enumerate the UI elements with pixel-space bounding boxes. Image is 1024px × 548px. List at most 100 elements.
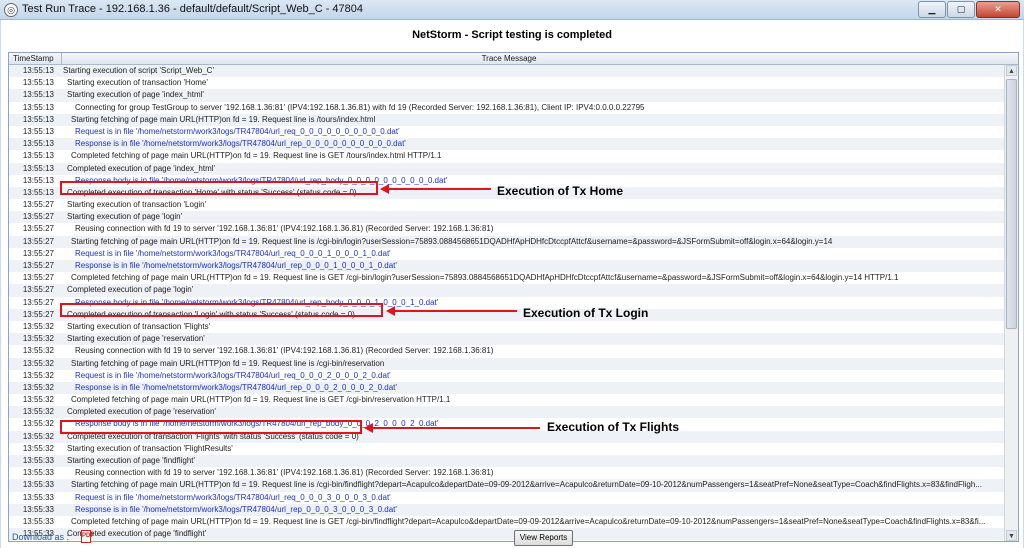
row-message: Starting execution of transaction 'Fligh… [67, 443, 233, 453]
row-timestamp: 13:55:33 [22, 468, 54, 478]
row-timestamp: 13:55:32 [22, 419, 54, 429]
table-row[interactable]: 13:55:33 Response is in file '/home/netst… [9, 503, 1004, 516]
table-row[interactable]: 13:55:13 Starting fetching of page main U… [9, 113, 1004, 126]
row-timestamp: 13:55:13 [22, 102, 54, 112]
table-row[interactable]: 13:55:32 Reusing connection with fd 19 to… [9, 345, 1004, 357]
row-timestamp: 13:55:32 [22, 321, 54, 331]
row-message: Starting execution of transaction 'Home' [67, 78, 208, 88]
main-panel: NetStorm - Script testing is completed T… [1, 20, 1023, 548]
row-timestamp: 13:55:27 [22, 248, 54, 258]
table-row[interactable]: 13:55:27 Response is in file '/home/netst… [9, 260, 1004, 273]
view-reports-button[interactable]: View Reports [514, 530, 573, 546]
row-timestamp: 13:55:32 [22, 382, 54, 392]
row-timestamp: 13:55:32 [22, 407, 54, 417]
window-titlebar: ◎ Test Run Trace - 192.168.1.36 - defaul… [0, 0, 1024, 20]
row-file-link[interactable]: Request is in file '/home/netstorm/work3… [61, 492, 1017, 504]
trace-table: TimeStamp Trace Message 13:55:13 Starting… [8, 52, 1019, 542]
row-timestamp: 13:55:27 [22, 212, 54, 222]
row-message: Starting execution of page 'login' [67, 212, 183, 222]
table-row[interactable]: 13:55:13 Request is in file '/home/netsto… [9, 126, 1004, 138]
row-file-link[interactable]: Response is in file '/home/netstorm/work… [61, 382, 1017, 394]
row-timestamp: 13:55:32 [22, 346, 54, 356]
row-message: Completed execution of page 'login' [67, 285, 194, 295]
scroll-up-icon[interactable]: ▲ [1006, 65, 1017, 76]
row-timestamp: 13:55:13 [22, 175, 54, 185]
row-timestamp: 13:55:13 [22, 163, 54, 173]
table-row[interactable]: 13:55:33 Starting execution of page 'find… [9, 455, 1004, 468]
row-timestamp: 13:55:32 [22, 395, 54, 405]
window-title: Test Run Trace - 192.168.1.36 - default/… [22, 3, 363, 15]
table-row[interactable]: 13:55:27 Reusing connection with fd 19 to… [9, 223, 1004, 235]
row-message: Starting execution of page 'index_html' [67, 90, 204, 100]
row-message: Starting fetching of page main URL(HTTP)… [71, 114, 376, 124]
minimize-icon[interactable]: ▁ [918, 1, 946, 18]
arrow-head-login [386, 306, 395, 316]
row-file-link[interactable]: Request is in file '/home/netstorm/work3… [61, 370, 1017, 382]
close-icon[interactable]: ✕ [976, 1, 1020, 18]
table-row[interactable]: 13:55:13 Response is in file '/home/netst… [9, 138, 1004, 151]
table-row[interactable]: 13:55:13 Starting execution of transactio… [9, 77, 1004, 89]
table-row[interactable]: 13:55:32 Starting execution of page 'rese… [9, 333, 1004, 346]
footer: Download as : PDF View Reports [1, 527, 1023, 548]
row-message: Starting execution of transaction 'Login… [67, 200, 207, 210]
highlight-box-login [60, 303, 383, 317]
row-file-link[interactable]: Response is in file '/home/netstorm/work… [61, 138, 1017, 150]
row-file-link[interactable]: Response is in file '/home/netstorm/work… [61, 260, 1017, 272]
table-row[interactable]: 13:55:13 Completed fetching of page main … [9, 150, 1004, 162]
table-row[interactable]: 13:55:33 Reusing connection with fd 19 to… [9, 467, 1004, 479]
row-timestamp: 13:55:13 [22, 139, 54, 149]
annotation-login: Execution of Tx Login [523, 306, 649, 320]
table-row[interactable]: 13:55:32 Starting execution of transactio… [9, 443, 1004, 455]
column-header-message[interactable]: Trace Message [9, 54, 1009, 63]
row-timestamp: 13:55:27 [22, 236, 54, 246]
row-message: Starting execution of script 'Script_Web… [63, 66, 214, 75]
table-row[interactable]: 13:55:13 Starting execution of page 'inde… [9, 89, 1004, 102]
maximize-icon[interactable]: ▢ [947, 1, 975, 18]
row-timestamp: 13:55:32 [22, 358, 54, 368]
table-row[interactable]: 13:55:33 Starting fetching of page main U… [9, 479, 1004, 492]
row-timestamp: 13:55:13 [22, 187, 54, 197]
table-row[interactable]: 13:55:32 Completed execution of page 'res… [9, 406, 1004, 419]
scroll-thumb[interactable] [1006, 79, 1017, 329]
row-file-link[interactable]: Request is in file '/home/netstorm/work3… [61, 126, 1017, 138]
download-label: Download as : [12, 532, 70, 542]
row-timestamp: 13:55:13 [22, 90, 54, 100]
table-row[interactable]: 13:55:13 Completed execution of page 'ind… [9, 162, 1004, 175]
row-timestamp: 13:55:13 [22, 66, 54, 75]
table-row[interactable]: 13:55:27 Completed fetching of page main … [9, 272, 1004, 284]
table-row[interactable]: 13:55:27 Starting execution of transactio… [9, 199, 1004, 211]
row-timestamp: 13:55:13 [22, 114, 54, 124]
row-message: Starting execution of transaction 'Fligh… [67, 321, 211, 331]
row-file-link[interactable]: Request is in file '/home/netstorm/work3… [61, 248, 1017, 260]
table-row[interactable]: 13:55:27 Completed execution of page 'log… [9, 284, 1004, 297]
table-row[interactable]: 13:55:32 Response is in file '/home/netst… [9, 381, 1004, 395]
row-file-link[interactable]: Response is in file '/home/netstorm/work… [61, 504, 1017, 516]
row-message: Starting execution of page 'reservation' [67, 334, 205, 344]
table-row[interactable]: 13:55:27 Request is in file '/home/netsto… [9, 248, 1004, 260]
table-row[interactable]: 13:55:27 Starting fetching of page main U… [9, 235, 1004, 248]
table-row[interactable]: 13:55:32 Request is in file '/home/netsto… [9, 370, 1004, 382]
table-row[interactable]: 13:55:13 Connecting for group TestGroup t… [9, 102, 1004, 114]
row-timestamp: 13:55:32 [22, 334, 54, 344]
table-row[interactable]: 13:55:13 Starting execution of script 'Sc… [9, 65, 1004, 78]
row-timestamp: 13:55:32 [22, 443, 54, 453]
row-timestamp: 13:55:33 [22, 456, 54, 465]
pdf-icon[interactable]: PDF [81, 530, 94, 543]
row-timestamp: 13:55:33 [22, 492, 54, 502]
row-message: Connecting for group TestGroup to server… [75, 102, 645, 112]
table-row[interactable]: 13:55:33 Request is in file '/home/netsto… [9, 492, 1004, 504]
table-row[interactable]: 13:55:32 Starting fetching of page main U… [9, 357, 1004, 370]
table-row[interactable]: 13:55:27 Starting execution of page 'logi… [9, 211, 1004, 224]
row-timestamp: 13:55:32 [22, 370, 54, 380]
row-timestamp: 13:55:27 [22, 224, 54, 234]
window-controls: ▁ ▢ ✕ [918, 1, 1020, 18]
row-message: Starting fetching of page main URL(HTTP)… [71, 480, 982, 490]
table-row[interactable]: 13:55:32 Starting execution of transactio… [9, 321, 1004, 333]
row-timestamp: 13:55:27 [22, 285, 54, 295]
vertical-scrollbar[interactable]: ▲ ▼ [1004, 65, 1018, 541]
row-timestamp: 13:55:33 [22, 480, 54, 490]
table-row[interactable]: 13:55:32 Completed fetching of page main … [9, 394, 1004, 406]
page-title: NetStorm - Script testing is completed [412, 29, 612, 41]
row-timestamp: 13:55:32 [22, 431, 54, 441]
row-message: Completed execution of page 'index_html' [67, 163, 216, 173]
